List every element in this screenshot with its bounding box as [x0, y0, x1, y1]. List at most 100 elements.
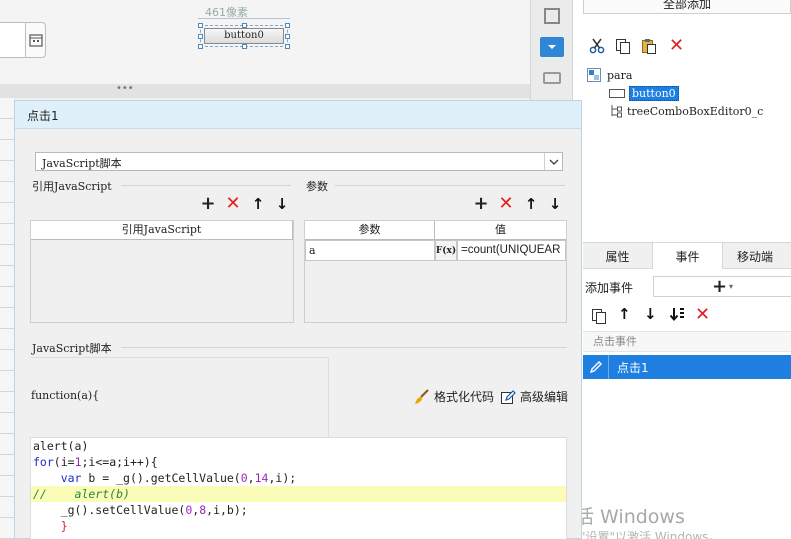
right-panel: 全部添加 ✕ para button0 treeComboBoxEditor0_…	[556, 0, 791, 539]
move-up-icon[interactable]: ↑	[618, 307, 631, 322]
ref-js-column-header[interactable]: 引用JavaScript	[31, 221, 293, 240]
select-chevron-icon[interactable]	[544, 153, 562, 170]
params-delete-icon[interactable]: ✕	[497, 195, 515, 213]
code-token: _g().setCellValue(	[33, 503, 186, 517]
resize-handle[interactable]	[285, 34, 290, 39]
add-event-label: 添加事件	[585, 281, 634, 295]
script-type-value: JavaScript脚本	[42, 157, 122, 170]
canvas-splitter[interactable]: •••	[0, 83, 530, 98]
advanced-edit-label: 高级编辑	[520, 390, 569, 404]
ref-js-delete-icon[interactable]: ✕	[224, 195, 242, 213]
code-token: ,i);	[268, 471, 297, 485]
params-column-value[interactable]: 值	[435, 221, 566, 240]
selected-widget-frame[interactable]: button0	[198, 23, 290, 49]
code-line[interactable]: var b = _g().getCellValue(0,14,i);	[31, 470, 566, 486]
param-value-input[interactable]: =count(UNIQUEAR	[457, 240, 566, 261]
square-tool-icon[interactable]	[544, 8, 560, 24]
cut-icon[interactable]	[589, 38, 605, 57]
width-guide-line	[198, 18, 290, 19]
code-token: alert(a)	[33, 439, 89, 453]
delete-event-icon[interactable]: ✕	[695, 306, 710, 324]
delete-icon[interactable]: ✕	[669, 37, 684, 55]
canvas-left-field[interactable]	[0, 22, 26, 58]
params-table: 参数 值 a F(x) =count(UNIQUEAR	[304, 220, 567, 323]
params-group-label: 参数	[306, 180, 328, 193]
ref-js-down-icon[interactable]: ↓	[273, 195, 291, 213]
format-code-label: 格式化代码	[434, 390, 495, 404]
code-token: 1	[74, 455, 82, 469]
canvas-toolbar	[530, 0, 572, 100]
canvas-button0[interactable]: button0	[204, 28, 284, 44]
function-header: function(a){	[31, 389, 100, 402]
form-tool-button[interactable]	[540, 37, 564, 57]
code-token: b = _g().getCellValue(	[81, 471, 241, 485]
code-editor[interactable]: alert(a) for(i=1;i<=a;i++){ var b = _g().…	[30, 437, 567, 539]
design-canvas: 461像素 button0	[0, 0, 530, 84]
resize-handle[interactable]	[198, 23, 203, 28]
code-token: // alert(b)	[33, 487, 130, 501]
tree-item-label: button0	[629, 86, 679, 101]
code-line[interactable]: // alert(b)	[31, 486, 566, 502]
copy-event-icon[interactable]	[591, 308, 607, 327]
tree-item-treecombobox[interactable]: treeComboBoxEditor0_c	[609, 104, 763, 118]
ref-js-group-line	[121, 185, 291, 186]
edit-icon[interactable]	[583, 355, 609, 379]
event-item-label: 点击1	[617, 360, 649, 375]
params-down-icon[interactable]: ↓	[546, 195, 564, 213]
script-type-select[interactable]: JavaScript脚本	[35, 152, 563, 171]
code-token: ,	[247, 471, 255, 485]
layout-tool-icon[interactable]	[543, 72, 561, 84]
code-line[interactable]: _g().setCellValue(0,8,i,b);	[31, 502, 566, 518]
code-line[interactable]: for(i=1;i<=a;i++){	[31, 454, 566, 470]
tab-properties[interactable]: 属性	[583, 243, 653, 269]
brush-icon	[415, 388, 429, 404]
ref-js-table: 引用JavaScript	[30, 220, 294, 323]
calendar-picker-button[interactable]	[25, 22, 46, 58]
tree-item-button0[interactable]: button0	[609, 86, 679, 101]
code-token: (i=	[53, 455, 75, 469]
resize-handle[interactable]	[285, 44, 290, 49]
ref-js-group-label: 引用JavaScript	[32, 180, 112, 193]
ref-js-add-icon[interactable]: +	[199, 195, 217, 213]
params-add-icon[interactable]: +	[472, 195, 490, 213]
params-column-name[interactable]: 参数	[305, 221, 435, 240]
dialog-titlebar[interactable]: 点击1	[15, 101, 581, 129]
param-name-input[interactable]: a	[305, 240, 435, 261]
add-all-button[interactable]: 全部添加	[583, 0, 791, 14]
format-code-button[interactable]: 格式化代码	[414, 388, 494, 405]
resize-handle[interactable]	[242, 23, 247, 28]
resize-handle[interactable]	[198, 34, 203, 39]
copy-icon[interactable]	[615, 38, 631, 57]
splitter-grip-icon: •••	[116, 83, 134, 94]
resize-handle[interactable]	[198, 44, 203, 49]
event-item-click1[interactable]: 点击1	[583, 355, 791, 379]
code-token: ;i<=a;i++){	[81, 455, 158, 469]
params-up-icon[interactable]: ↑	[522, 195, 540, 213]
resize-handle[interactable]	[242, 44, 247, 49]
formula-button[interactable]: F(x)	[435, 240, 457, 261]
js-script-group-line	[121, 347, 567, 348]
code-token: 0	[240, 471, 248, 485]
advanced-edit-button[interactable]: 高级编辑	[500, 388, 568, 405]
add-event-dropdown[interactable]: + ▾	[653, 276, 791, 297]
move-down-icon[interactable]: ↓	[644, 307, 657, 322]
code-token: 14	[254, 471, 269, 485]
tree-root[interactable]: para	[587, 68, 632, 82]
event-group-header: 点击事件	[583, 331, 791, 352]
tab-events[interactable]: 事件	[653, 243, 723, 269]
button-widget-icon	[609, 89, 625, 98]
resize-handle[interactable]	[285, 23, 290, 28]
event-dialog: 点击1 JavaScript脚本 引用JavaScript + ✕ ↑ ↓ 引用…	[14, 100, 582, 539]
ref-js-up-icon[interactable]: ↑	[249, 195, 267, 213]
code-token: ,i,b);	[206, 503, 248, 517]
dialog-title: 点击1	[27, 109, 59, 123]
code-line[interactable]: }	[31, 518, 566, 534]
code-line[interactable]: alert(a)	[31, 438, 566, 454]
move-bottom-icon[interactable]	[669, 307, 685, 326]
dropdown-triangle-icon	[548, 45, 556, 49]
paste-icon[interactable]	[641, 38, 657, 57]
js-script-label: JavaScript脚本	[32, 342, 112, 355]
tab-mobile[interactable]: 移动端	[723, 243, 791, 269]
report-grid-edge	[0, 98, 14, 539]
